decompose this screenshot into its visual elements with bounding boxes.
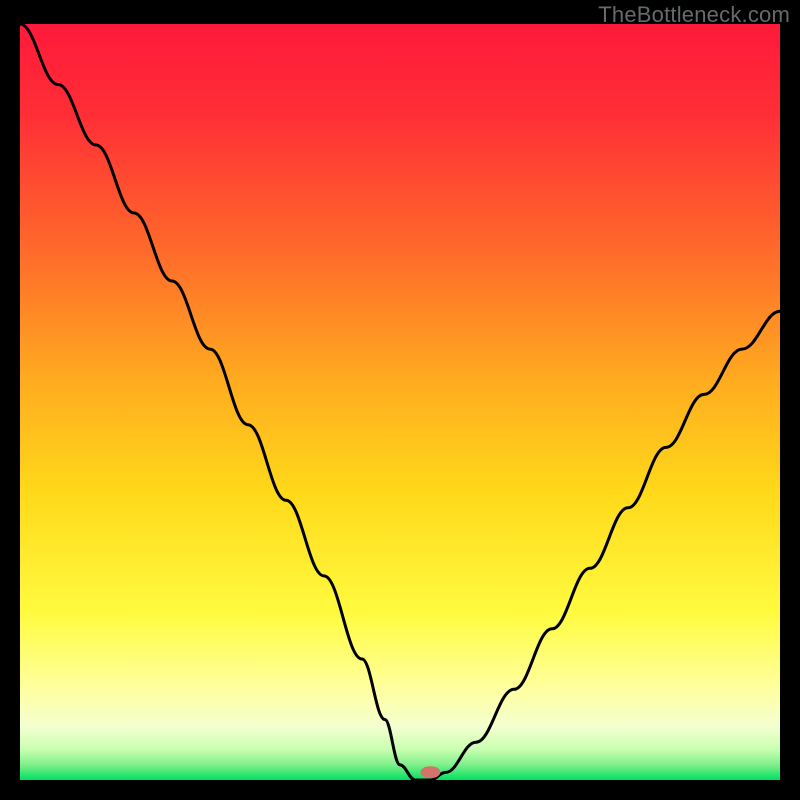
bottleneck-chart [20, 24, 780, 780]
watermark-label: TheBottleneck.com [598, 2, 790, 28]
gradient-background [20, 24, 780, 780]
min-marker [420, 766, 440, 778]
chart-frame: TheBottleneck.com [0, 0, 800, 800]
plot-area [20, 24, 780, 780]
